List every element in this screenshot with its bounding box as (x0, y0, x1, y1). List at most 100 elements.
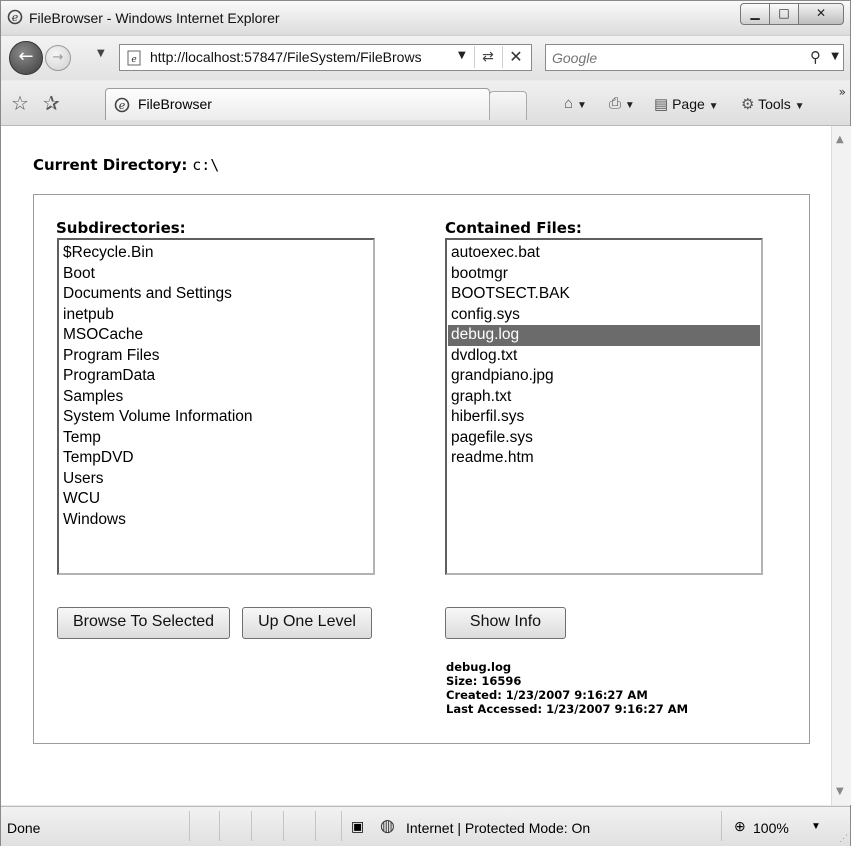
vertical-scrollbar[interactable]: ▲ ▼ (831, 126, 851, 805)
tools-menu-label: Tools (758, 96, 791, 112)
status-divider (219, 811, 220, 841)
forward-arrow-icon[interactable]: → (45, 45, 71, 71)
status-divider (251, 811, 252, 841)
zoom-icon[interactable]: ⊕ (734, 818, 746, 835)
browser-window: e FileBrowser - Windows Internet Explore… (0, 0, 851, 846)
status-divider (721, 811, 722, 841)
list-item[interactable]: autoexec.bat (448, 243, 760, 264)
maximize-button[interactable]: □ (769, 3, 799, 25)
list-item[interactable]: config.sys (448, 305, 760, 326)
ie-icon: e (7, 9, 23, 25)
list-item[interactable]: debug.log (448, 325, 760, 346)
new-tab-button[interactable] (489, 91, 527, 120)
search-dropdown[interactable]: ▼ (831, 51, 839, 62)
tools-menu[interactable]: ⚙ Tools ▼ (741, 95, 805, 113)
tab-toolbar: ☆ ✰ e FileBrowser ⌂ ▼ ⎙ ▼ ▤ Page ▼ ⚙ Too… (1, 81, 850, 126)
security-zone[interactable]: Internet | Protected Mode: On (406, 820, 590, 836)
files-list: autoexec.bat bootmgr BOOTSECT.BAK config.sy… (447, 240, 761, 472)
list-item[interactable]: MSOCache (60, 325, 372, 346)
recent-pages-dropdown[interactable]: ▼ (97, 48, 105, 59)
list-item[interactable]: inetpub (60, 305, 372, 326)
url-text[interactable]: http://localhost:57847/FileSystem/FileBr… (150, 49, 450, 65)
lock-icon[interactable]: ▣ (351, 818, 364, 835)
tools-gear-icon: ⚙ (741, 96, 755, 113)
contained-files-label: Contained Files: (445, 219, 582, 237)
stop-icon[interactable]: ✕ (502, 46, 529, 68)
list-item[interactable]: Windows (60, 510, 372, 531)
home-icon: ⌂ (564, 95, 574, 112)
browse-to-selected-button[interactable]: Browse To Selected (57, 607, 230, 639)
subdirectories-label: Subdirectories: (56, 219, 186, 237)
file-info-name: debug.log (446, 660, 512, 674)
list-item[interactable]: Temp (60, 428, 372, 449)
current-directory-label: Current Directory: (33, 156, 188, 174)
list-item[interactable]: ProgramData (60, 366, 372, 387)
print-icon: ⎙ (609, 95, 622, 112)
page-icon: e (127, 50, 141, 66)
page-menu[interactable]: ▤ Page ▼ (654, 95, 719, 113)
window-title: FileBrowser - Windows Internet Explorer (29, 10, 280, 26)
window-controls: ▁ □ ✕ (740, 3, 844, 25)
tab-filebrowser[interactable]: e FileBrowser (105, 88, 490, 120)
page-icon: ▤ (654, 96, 669, 113)
status-bar: Done ▣ ◍ Internet | Protected Mode: On ⊕… (1, 806, 850, 846)
refresh-icon[interactable]: ⇄ (474, 46, 501, 68)
list-item[interactable]: Documents and Settings (60, 284, 372, 305)
address-dropdown[interactable]: ▼ (458, 50, 466, 61)
subdirectories-list: $Recycle.Bin Boot Documents and Settings in… (59, 240, 373, 533)
globe-icon: ◍ (380, 816, 395, 835)
resize-grip-icon[interactable]: ⋰ (839, 833, 848, 844)
back-arrow-icon[interactable]: ← (9, 41, 43, 75)
list-item[interactable]: Boot (60, 264, 372, 285)
list-item[interactable]: WCU (60, 489, 372, 510)
zoom-level[interactable]: 100% (753, 820, 789, 836)
status-text: Done (7, 820, 41, 836)
favorites-star-icon[interactable]: ☆ (11, 91, 29, 115)
show-info-button[interactable]: Show Info (445, 607, 566, 639)
list-item[interactable]: pagefile.sys (448, 428, 760, 449)
svg-text:e: e (131, 55, 136, 65)
chevron-icon[interactable]: » (839, 85, 846, 99)
status-divider (189, 811, 190, 841)
title-bar: e FileBrowser - Windows Internet Explore… (1, 1, 850, 36)
list-item[interactable]: dvdlog.txt (448, 346, 760, 367)
address-bar[interactable]: e http://localhost:57847/FileSystem/File… (119, 44, 532, 71)
add-favorites-icon[interactable]: ✰ (43, 91, 60, 115)
list-item[interactable]: Program Files (60, 346, 372, 367)
list-item[interactable]: Samples (60, 387, 372, 408)
list-item[interactable]: hiberfil.sys (448, 407, 760, 428)
search-icon[interactable]: ⚲ (810, 48, 821, 66)
list-item[interactable]: bootmgr (448, 264, 760, 285)
zoom-dropdown[interactable]: ▼ (811, 821, 821, 832)
search-box[interactable]: ⚲ ▼ (545, 44, 844, 71)
status-divider (283, 811, 284, 841)
tab-label: FileBrowser (138, 96, 212, 112)
print-button[interactable]: ⎙ ▼ (609, 95, 635, 112)
minimize-button[interactable]: ▁ (740, 3, 770, 25)
list-item[interactable]: BOOTSECT.BAK (448, 284, 760, 305)
search-input[interactable] (550, 48, 794, 68)
subdirectories-listbox[interactable]: $Recycle.Bin Boot Documents and Settings in… (57, 238, 375, 575)
scroll-up-icon[interactable]: ▲ (836, 134, 844, 145)
list-item[interactable]: readme.htm (448, 448, 760, 469)
file-info-accessed: Last Accessed: 1/23/2007 9:16:27 AM (446, 702, 689, 716)
home-button[interactable]: ⌂ ▼ (564, 95, 587, 112)
ie-icon: e (114, 97, 130, 113)
scroll-down-icon[interactable]: ▼ (836, 786, 844, 797)
status-divider (315, 811, 316, 841)
up-one-level-button[interactable]: Up One Level (242, 607, 372, 639)
file-info-size: Size: 16596 (446, 674, 522, 688)
list-item[interactable]: $Recycle.Bin (60, 243, 372, 264)
list-item[interactable]: TempDVD (60, 448, 372, 469)
svg-text:e: e (119, 99, 126, 112)
list-item[interactable]: Users (60, 469, 372, 490)
status-divider (341, 811, 342, 841)
address-toolbar: ← → ▼ e http://localhost:57847/FileSyste… (1, 36, 850, 80)
list-item[interactable]: System Volume Information (60, 407, 372, 428)
close-button[interactable]: ✕ (798, 3, 844, 25)
list-item[interactable]: graph.txt (448, 387, 760, 408)
list-item[interactable]: grandpiano.jpg (448, 366, 760, 387)
current-directory-value: c:\ (192, 156, 220, 174)
page-menu-label: Page (672, 96, 705, 112)
files-listbox[interactable]: autoexec.bat bootmgr BOOTSECT.BAK config.sy… (445, 238, 763, 575)
